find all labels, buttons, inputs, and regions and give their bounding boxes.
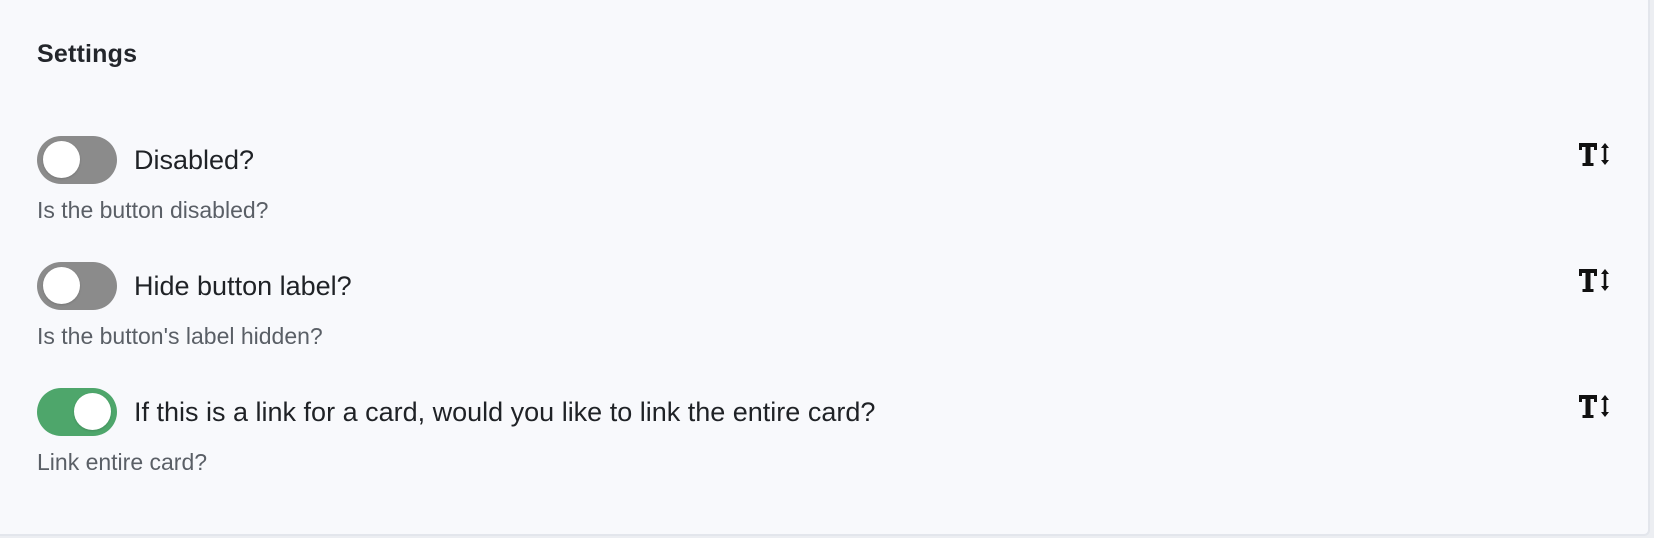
toggle-knob xyxy=(74,393,111,430)
toggle-knob xyxy=(43,141,80,178)
hide-button-label-toggle[interactable] xyxy=(37,262,117,310)
link-entire-card-label[interactable]: If this is a link for a card, would you … xyxy=(134,397,875,428)
hide-button-label-label[interactable]: Hide button label? xyxy=(134,271,352,302)
text-size-icon[interactable] xyxy=(1577,266,1611,294)
settings-panel: Settings Disabled? Is the button disable… xyxy=(0,0,1650,536)
setting-hide-button-label: Hide button label? Is the button's label… xyxy=(37,262,1617,372)
section-title: Settings xyxy=(37,40,138,68)
text-size-icon[interactable] xyxy=(1577,140,1611,168)
disabled-help-text: Is the button disabled? xyxy=(37,197,269,223)
toggle-knob xyxy=(43,267,80,304)
link-entire-card-toggle[interactable] xyxy=(37,388,117,436)
link-entire-card-help-text: Link entire card? xyxy=(37,449,208,475)
hide-button-label-help-text: Is the button's label hidden? xyxy=(37,323,323,349)
text-size-icon[interactable] xyxy=(1577,392,1611,420)
disabled-label[interactable]: Disabled? xyxy=(134,145,254,176)
disabled-toggle[interactable] xyxy=(37,136,117,184)
setting-link-entire-card: If this is a link for a card, would you … xyxy=(37,388,1617,498)
setting-disabled: Disabled? Is the button disabled? xyxy=(37,136,1617,246)
